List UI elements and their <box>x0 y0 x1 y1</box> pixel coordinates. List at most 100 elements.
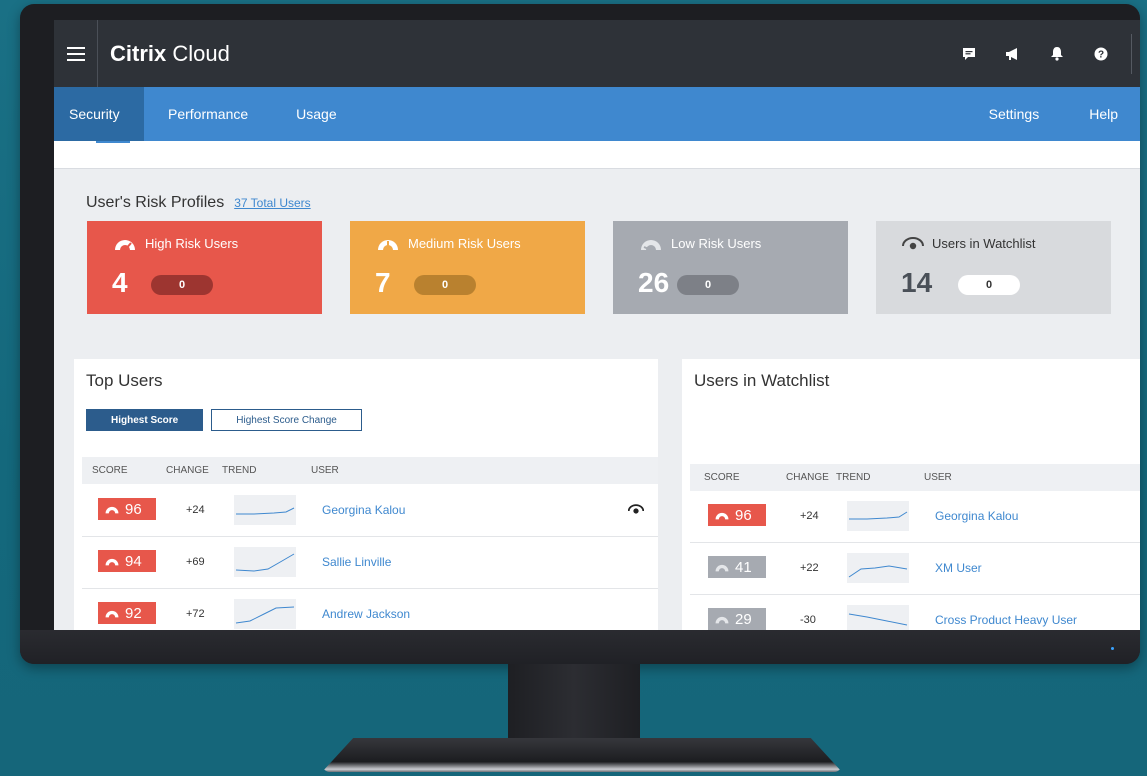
card-label: High Risk Users <box>145 236 239 251</box>
trend-sparkline <box>234 599 296 629</box>
score-change: +72 <box>186 608 205 620</box>
gauge-icon <box>715 564 729 571</box>
score-change: +22 <box>800 562 819 574</box>
gauge-icon <box>641 239 661 251</box>
user-link[interactable]: Cross Product Heavy User <box>935 613 1077 627</box>
user-link[interactable]: Andrew Jackson <box>322 607 410 621</box>
score-change: +24 <box>800 510 819 522</box>
card-delta-badge: 0 <box>958 275 1020 295</box>
gauge-icon <box>105 558 119 565</box>
highest-score-button[interactable]: Highest Score <box>86 409 204 431</box>
highest-score-change-button[interactable]: Highest Score Change <box>211 409 362 431</box>
top-bar: Citrix Cloud ? <box>54 20 1140 87</box>
user-link[interactable]: Georgina Kalou <box>322 503 405 517</box>
tab-usage[interactable]: Usage <box>272 87 360 141</box>
nav-bar: Security Performance Usage Settings Help <box>54 87 1140 141</box>
hamburger-icon[interactable] <box>54 20 98 87</box>
col-trend[interactable]: TREND <box>836 472 870 483</box>
monitor-frame: Citrix Cloud ? Security Performance Usag… <box>20 4 1140 664</box>
table-row[interactable]: 94 +69 Sallie Linville <box>82 538 658 589</box>
high-risk-card[interactable]: High Risk Users 4 0 <box>87 221 322 314</box>
gauge-icon <box>105 610 119 617</box>
card-count: 26 <box>638 267 670 298</box>
app-screen: Citrix Cloud ? Security Performance Usag… <box>54 20 1140 630</box>
table-row[interactable]: 96 +24 Georgina Kalou <box>82 486 658 537</box>
svg-text:?: ? <box>1098 49 1104 60</box>
col-user[interactable]: USER <box>311 465 339 476</box>
col-score[interactable]: SCORE <box>704 472 740 483</box>
col-change[interactable]: CHANGE <box>166 465 209 476</box>
brand-logo: Citrix Cloud <box>110 41 230 67</box>
low-risk-card[interactable]: Low Risk Users 26 0 <box>613 221 848 314</box>
trend-sparkline <box>234 547 296 577</box>
card-count: 7 <box>375 267 391 298</box>
score-value: 94 <box>125 552 142 570</box>
table-row[interactable]: 92 +72 Andrew Jackson <box>82 590 658 630</box>
table-header: SCORE CHANGE TREND USER <box>690 464 1140 491</box>
score-change: -30 <box>800 614 816 626</box>
gauge-icon <box>378 239 398 250</box>
medium-risk-card[interactable]: Medium Risk Users 7 0 <box>350 221 585 314</box>
brand-bold: Citrix <box>110 40 167 66</box>
bell-icon[interactable] <box>1048 45 1066 63</box>
col-user[interactable]: USER <box>924 472 952 483</box>
card-delta-badge: 0 <box>414 275 476 295</box>
monitor-neck <box>508 664 640 744</box>
table-row[interactable]: 29 -30 Cross Product Heavy User <box>690 596 1140 630</box>
sub-tab-strip <box>54 141 1140 169</box>
trend-sparkline <box>847 501 909 531</box>
tab-performance[interactable]: Performance <box>144 87 272 141</box>
card-header: Low Risk Users <box>639 236 761 251</box>
score-badge: 92 <box>98 602 156 624</box>
watchlist-title: Users in Watchlist <box>694 371 830 390</box>
score-value: 96 <box>735 506 752 524</box>
user-link[interactable]: Sallie Linville <box>322 555 391 569</box>
col-score[interactable]: SCORE <box>92 465 128 476</box>
sub-tab-indicator <box>96 141 130 143</box>
eye-icon <box>902 236 924 249</box>
user-link[interactable]: XM User <box>935 561 982 575</box>
score-badge: 29 <box>708 608 766 630</box>
nav-help[interactable]: Help <box>1061 87 1140 141</box>
watchlist-panel: Users in Watchlist SCORE CHANGE TREND US… <box>682 359 1140 630</box>
trend-sparkline <box>234 495 296 525</box>
total-users-link[interactable]: 37 Total Users <box>234 196 310 210</box>
feedback-icon[interactable] <box>960 45 978 63</box>
score-change: +24 <box>186 504 205 516</box>
card-header: Users in Watchlist <box>902 236 1036 251</box>
score-value: 41 <box>735 558 752 576</box>
table-row[interactable]: 96 +24 Georgina Kalou <box>690 492 1140 543</box>
monitor-bezel <box>20 630 1140 664</box>
card-label: Low Risk Users <box>671 236 762 251</box>
risk-cards: High Risk Users 4 0 Medium Risk Users 7 … <box>87 221 1111 314</box>
top-divider <box>1131 34 1132 74</box>
nav-right: Settings Help <box>961 87 1140 141</box>
tab-security[interactable]: Security <box>54 87 144 141</box>
help-icon[interactable]: ? <box>1092 45 1110 63</box>
score-badge: 96 <box>98 498 156 520</box>
risk-profiles-header: User's Risk Profiles 37 Total Users <box>86 194 311 212</box>
score-change: +69 <box>186 556 205 568</box>
watchlist-card[interactable]: Users in Watchlist 14 0 <box>876 221 1111 314</box>
score-badge: 94 <box>98 550 156 572</box>
user-link[interactable]: Georgina Kalou <box>935 509 1018 523</box>
card-count: 4 <box>112 267 128 298</box>
card-header: High Risk Users <box>113 236 238 251</box>
col-change[interactable]: CHANGE <box>786 472 829 483</box>
score-badge: 41 <box>708 556 766 578</box>
card-delta-badge: 0 <box>677 275 739 295</box>
score-value: 96 <box>125 500 142 518</box>
megaphone-icon[interactable] <box>1004 45 1022 63</box>
nav-settings[interactable]: Settings <box>961 87 1062 141</box>
top-users-panel: Top Users Highest Score Highest Score Ch… <box>74 359 658 630</box>
gauge-icon <box>105 506 119 513</box>
table-row[interactable]: 41 +22 XM User <box>690 544 1140 595</box>
table-header: SCORE CHANGE TREND USER <box>82 457 658 484</box>
col-trend[interactable]: TREND <box>222 465 256 476</box>
eye-icon[interactable] <box>628 504 644 515</box>
card-label: Users in Watchlist <box>932 236 1036 251</box>
gauge-icon <box>115 239 135 251</box>
monitor-stand <box>322 738 842 772</box>
power-led <box>1111 647 1114 650</box>
card-header: Medium Risk Users <box>376 236 521 251</box>
